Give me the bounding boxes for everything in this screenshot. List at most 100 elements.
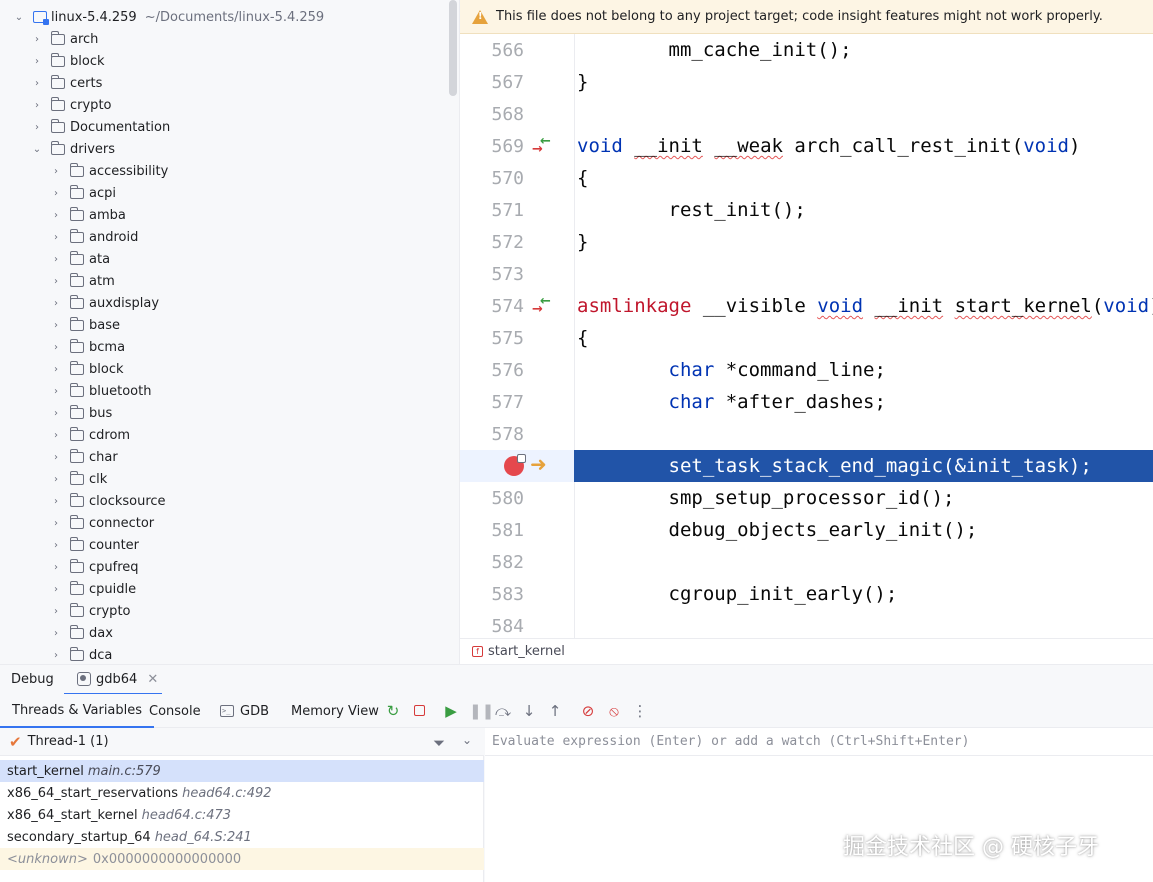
tree-item-bluetooth[interactable]: › bluetooth bbox=[0, 380, 449, 402]
tree-item-certs[interactable]: › certs bbox=[0, 72, 449, 94]
tree-item-android[interactable]: › android bbox=[0, 226, 449, 248]
tree-item-auxdisplay[interactable]: › auxdisplay bbox=[0, 292, 449, 314]
tree-item-block[interactable]: › block bbox=[0, 358, 449, 380]
code-line[interactable]: 572 } bbox=[460, 226, 1153, 258]
line-number[interactable]: 580 bbox=[460, 488, 524, 509]
tree-item-amba[interactable]: › amba bbox=[0, 204, 449, 226]
chevron-right-icon[interactable]: › bbox=[50, 341, 62, 353]
code-line[interactable]: 568 bbox=[460, 98, 1153, 130]
line-number[interactable]: 573 bbox=[460, 264, 524, 285]
chevron-right-icon[interactable]: › bbox=[50, 297, 62, 309]
chevron-right-icon[interactable]: › bbox=[31, 33, 43, 45]
code-line[interactable]: 578 bbox=[460, 418, 1153, 450]
tree-item-cpufreq[interactable]: › cpufreq bbox=[0, 556, 449, 578]
chevron-right-icon[interactable]: › bbox=[50, 165, 62, 177]
thread-selector[interactable]: ✔ Thread-1 (1) ⏷ ⌄ bbox=[0, 728, 484, 756]
chevron-right-icon[interactable]: › bbox=[50, 275, 62, 287]
view-breakpoints-icon[interactable]: ⊘ bbox=[580, 703, 596, 719]
tree-item-ata[interactable]: › ata bbox=[0, 248, 449, 270]
code-line[interactable]: 569 ← → void __init __weak arch_call_rest… bbox=[460, 130, 1153, 162]
line-number[interactable]: 572 bbox=[460, 232, 524, 253]
code-line[interactable]: 576 char *command_line; bbox=[460, 354, 1153, 386]
step-into-icon[interactable]: ↓ bbox=[521, 703, 537, 719]
tree-item-arch[interactable]: › arch bbox=[0, 28, 449, 50]
frame-row[interactable]: start_kernel main.c:579 bbox=[0, 760, 484, 782]
code-line[interactable]: 570 { bbox=[460, 162, 1153, 194]
frame-row-unknown[interactable]: <unknown> 0x0000000000000000 bbox=[0, 848, 484, 870]
chevron-right-icon[interactable]: › bbox=[50, 539, 62, 551]
chevron-right-icon[interactable]: › bbox=[50, 231, 62, 243]
line-number[interactable]: 584 bbox=[460, 616, 524, 637]
tree-item-crypto[interactable]: › crypto bbox=[0, 94, 449, 116]
tree-root[interactable]: ⌄ linux-5.4.259 ~/Documents/linux-5.4.25… bbox=[0, 6, 449, 28]
tab-gdb[interactable]: >_ GDB bbox=[220, 694, 269, 728]
tree-item-dca[interactable]: › dca bbox=[0, 644, 449, 664]
tab-memory-view[interactable]: Memory View bbox=[291, 694, 379, 728]
frame-row[interactable]: x86_64_start_reservations head64.c:492 bbox=[0, 782, 484, 804]
tree-item-documentation[interactable]: › Documentation bbox=[0, 116, 449, 138]
line-number[interactable]: 583 bbox=[460, 584, 524, 605]
tree-item-block[interactable]: › block bbox=[0, 50, 449, 72]
chevron-right-icon[interactable]: › bbox=[50, 319, 62, 331]
evaluate-expression-input[interactable] bbox=[485, 728, 1153, 756]
frame-row[interactable]: x86_64_start_kernel head64.c:473 bbox=[0, 804, 484, 826]
tree-item-accessibility[interactable]: › accessibility bbox=[0, 160, 449, 182]
tab-gdb64[interactable]: gdb64 ✕ bbox=[64, 665, 162, 695]
stop-icon[interactable] bbox=[411, 703, 427, 719]
chevron-down-icon[interactable]: ⌄ bbox=[31, 143, 43, 155]
tab-threads-variables[interactable]: Threads & Variables bbox=[0, 694, 155, 728]
line-number[interactable]: 574 bbox=[460, 296, 524, 317]
tree-item-clk[interactable]: › clk bbox=[0, 468, 449, 490]
chevron-right-icon[interactable]: › bbox=[50, 429, 62, 441]
line-number[interactable]: 577 bbox=[460, 392, 524, 413]
code-line[interactable]: 580 smp_setup_processor_id(); bbox=[460, 482, 1153, 514]
more-icon[interactable]: ⋮ bbox=[632, 703, 648, 719]
line-number[interactable]: 567 bbox=[460, 72, 524, 93]
rerun-icon[interactable]: ↻ bbox=[385, 703, 401, 719]
code-line[interactable]: 575 { bbox=[460, 322, 1153, 354]
tree-item-counter[interactable]: › counter bbox=[0, 534, 449, 556]
line-number[interactable]: 578 bbox=[460, 424, 524, 445]
tree-item-bcma[interactable]: › bcma bbox=[0, 336, 449, 358]
chevron-right-icon[interactable]: › bbox=[50, 473, 62, 485]
frame-row[interactable]: secondary_startup_64 head_64.S:241 bbox=[0, 826, 484, 848]
chevron-right-icon[interactable]: › bbox=[50, 495, 62, 507]
tree-item-char[interactable]: › char bbox=[0, 446, 449, 468]
code-line[interactable]: 573 bbox=[460, 258, 1153, 290]
chevron-right-icon[interactable]: › bbox=[50, 605, 62, 617]
chevron-right-icon[interactable]: › bbox=[50, 561, 62, 573]
resume-icon[interactable]: ▶ bbox=[443, 703, 459, 719]
chevron-right-icon[interactable]: › bbox=[50, 517, 62, 529]
tree-item-acpi[interactable]: › acpi bbox=[0, 182, 449, 204]
line-number[interactable]: 582 bbox=[460, 552, 524, 573]
line-number[interactable]: 568 bbox=[460, 104, 524, 125]
tree-item-cdrom[interactable]: › cdrom bbox=[0, 424, 449, 446]
tab-console[interactable]: Console bbox=[149, 694, 201, 728]
chevron-right-icon[interactable]: › bbox=[50, 627, 62, 639]
tree-item-atm[interactable]: › atm bbox=[0, 270, 449, 292]
line-number[interactable]: 570 bbox=[460, 168, 524, 189]
chevron-right-icon[interactable]: › bbox=[50, 209, 62, 221]
step-over-icon[interactable]: ⤼ bbox=[495, 703, 511, 719]
line-number[interactable]: 569 bbox=[460, 136, 524, 157]
line-number[interactable]: 566 bbox=[460, 40, 524, 61]
tree-item-cpuidle[interactable]: › cpuidle bbox=[0, 578, 449, 600]
close-icon[interactable]: ✕ bbox=[147, 672, 158, 687]
mute-breakpoints-icon[interactable]: ⦸ bbox=[606, 703, 622, 719]
filter-icon[interactable]: ⏷ bbox=[433, 734, 445, 752]
chevron-down-icon[interactable]: ⌄ bbox=[462, 733, 472, 747]
breadcrumb-item[interactable]: start_kernel bbox=[488, 644, 565, 659]
chevron-right-icon[interactable]: › bbox=[31, 99, 43, 111]
chevron-right-icon[interactable]: › bbox=[50, 407, 62, 419]
tree-item-crypto-driver[interactable]: › crypto bbox=[0, 600, 449, 622]
tree-item-clocksource[interactable]: › clocksource bbox=[0, 490, 449, 512]
code-line[interactable]: 567 } bbox=[460, 66, 1153, 98]
line-number[interactable]: 575 bbox=[460, 328, 524, 349]
navigate-declaration-icon[interactable]: ← → bbox=[532, 134, 554, 157]
code-line[interactable]: 581 debug_objects_early_init(); bbox=[460, 514, 1153, 546]
chevron-right-icon[interactable]: › bbox=[31, 55, 43, 67]
code-line[interactable]: 574 ← → asmlinkage __visible void __init … bbox=[460, 290, 1153, 322]
chevron-down-icon[interactable]: ⌄ bbox=[13, 11, 25, 23]
navigate-declaration-icon[interactable]: ← → bbox=[532, 294, 554, 317]
step-out-icon[interactable]: ↑ bbox=[547, 703, 563, 719]
